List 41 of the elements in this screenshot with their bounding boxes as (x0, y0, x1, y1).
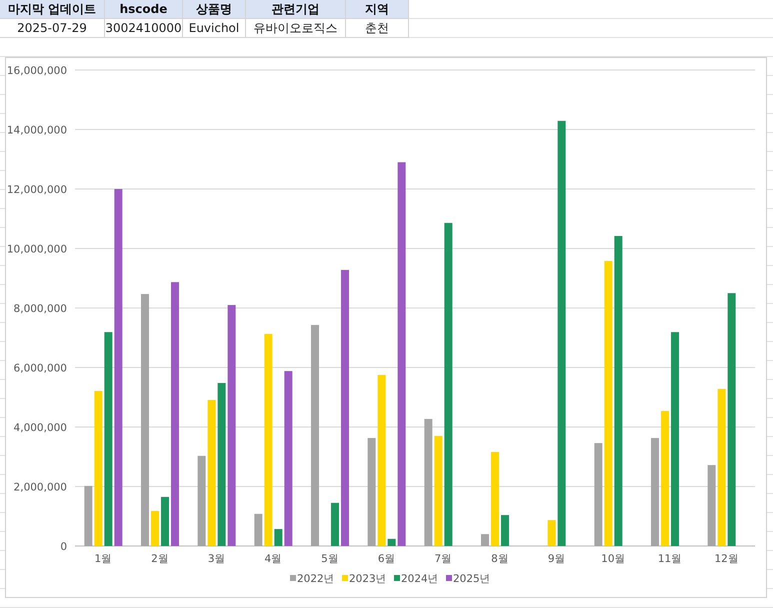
axis-category-label: 1월 (94, 553, 112, 565)
axis-tick-label: 10,000,000 (6, 244, 67, 256)
table-cell: 2025-07-29 (0, 19, 105, 38)
axis-category-label: 4월 (264, 553, 282, 565)
legend-label: 2023년 (349, 573, 387, 585)
axis-tick-label: 4,000,000 (14, 422, 67, 434)
table-cell: 춘천 (346, 19, 409, 38)
column-header: 지역 (346, 0, 409, 19)
axis-category-label: 8월 (491, 553, 509, 565)
column-header: 상품명 (183, 0, 246, 19)
axis-category-label: 7월 (434, 553, 452, 565)
axis-tick-label: 8,000,000 (14, 303, 67, 315)
axis-category-label: 11월 (658, 553, 682, 565)
legend-label: 2025년 (453, 573, 491, 585)
column-header: 마지막 업데이트 (0, 0, 105, 19)
axis-category-label: 10월 (601, 553, 626, 565)
axis-category-label: 9월 (548, 553, 566, 565)
bar (151, 510, 159, 546)
axis-tick-label: 16,000,000 (6, 65, 67, 77)
bar (331, 502, 339, 546)
table-cell: Euvichol (183, 19, 246, 38)
bar (548, 520, 556, 546)
legend-label: 2022년 (297, 573, 335, 585)
axis-tick-label: 6,000,000 (14, 362, 67, 374)
axis-tick-label: 0 (60, 541, 67, 553)
axis-tick-label: 14,000,000 (6, 124, 67, 136)
column-header: hscode (105, 0, 183, 19)
axis-category-label: 6월 (378, 553, 396, 565)
axis-tick-label: 12,000,000 (6, 184, 67, 196)
axis-category-label: 12월 (714, 553, 739, 565)
bar (161, 496, 169, 546)
axis-category-label: 5월 (321, 553, 339, 565)
column-header: 관련기업 (246, 0, 346, 19)
axis-category-label: 2월 (151, 553, 169, 565)
axis-tick-label: 2,000,000 (14, 482, 67, 494)
table-cell: 유바이오로직스 (246, 19, 346, 38)
bar (481, 534, 489, 546)
legend-label: 2024년 (401, 573, 439, 585)
bar (501, 515, 509, 546)
table-cell: 3002410000 (105, 19, 183, 38)
axis-category-label: 3월 (208, 553, 226, 565)
